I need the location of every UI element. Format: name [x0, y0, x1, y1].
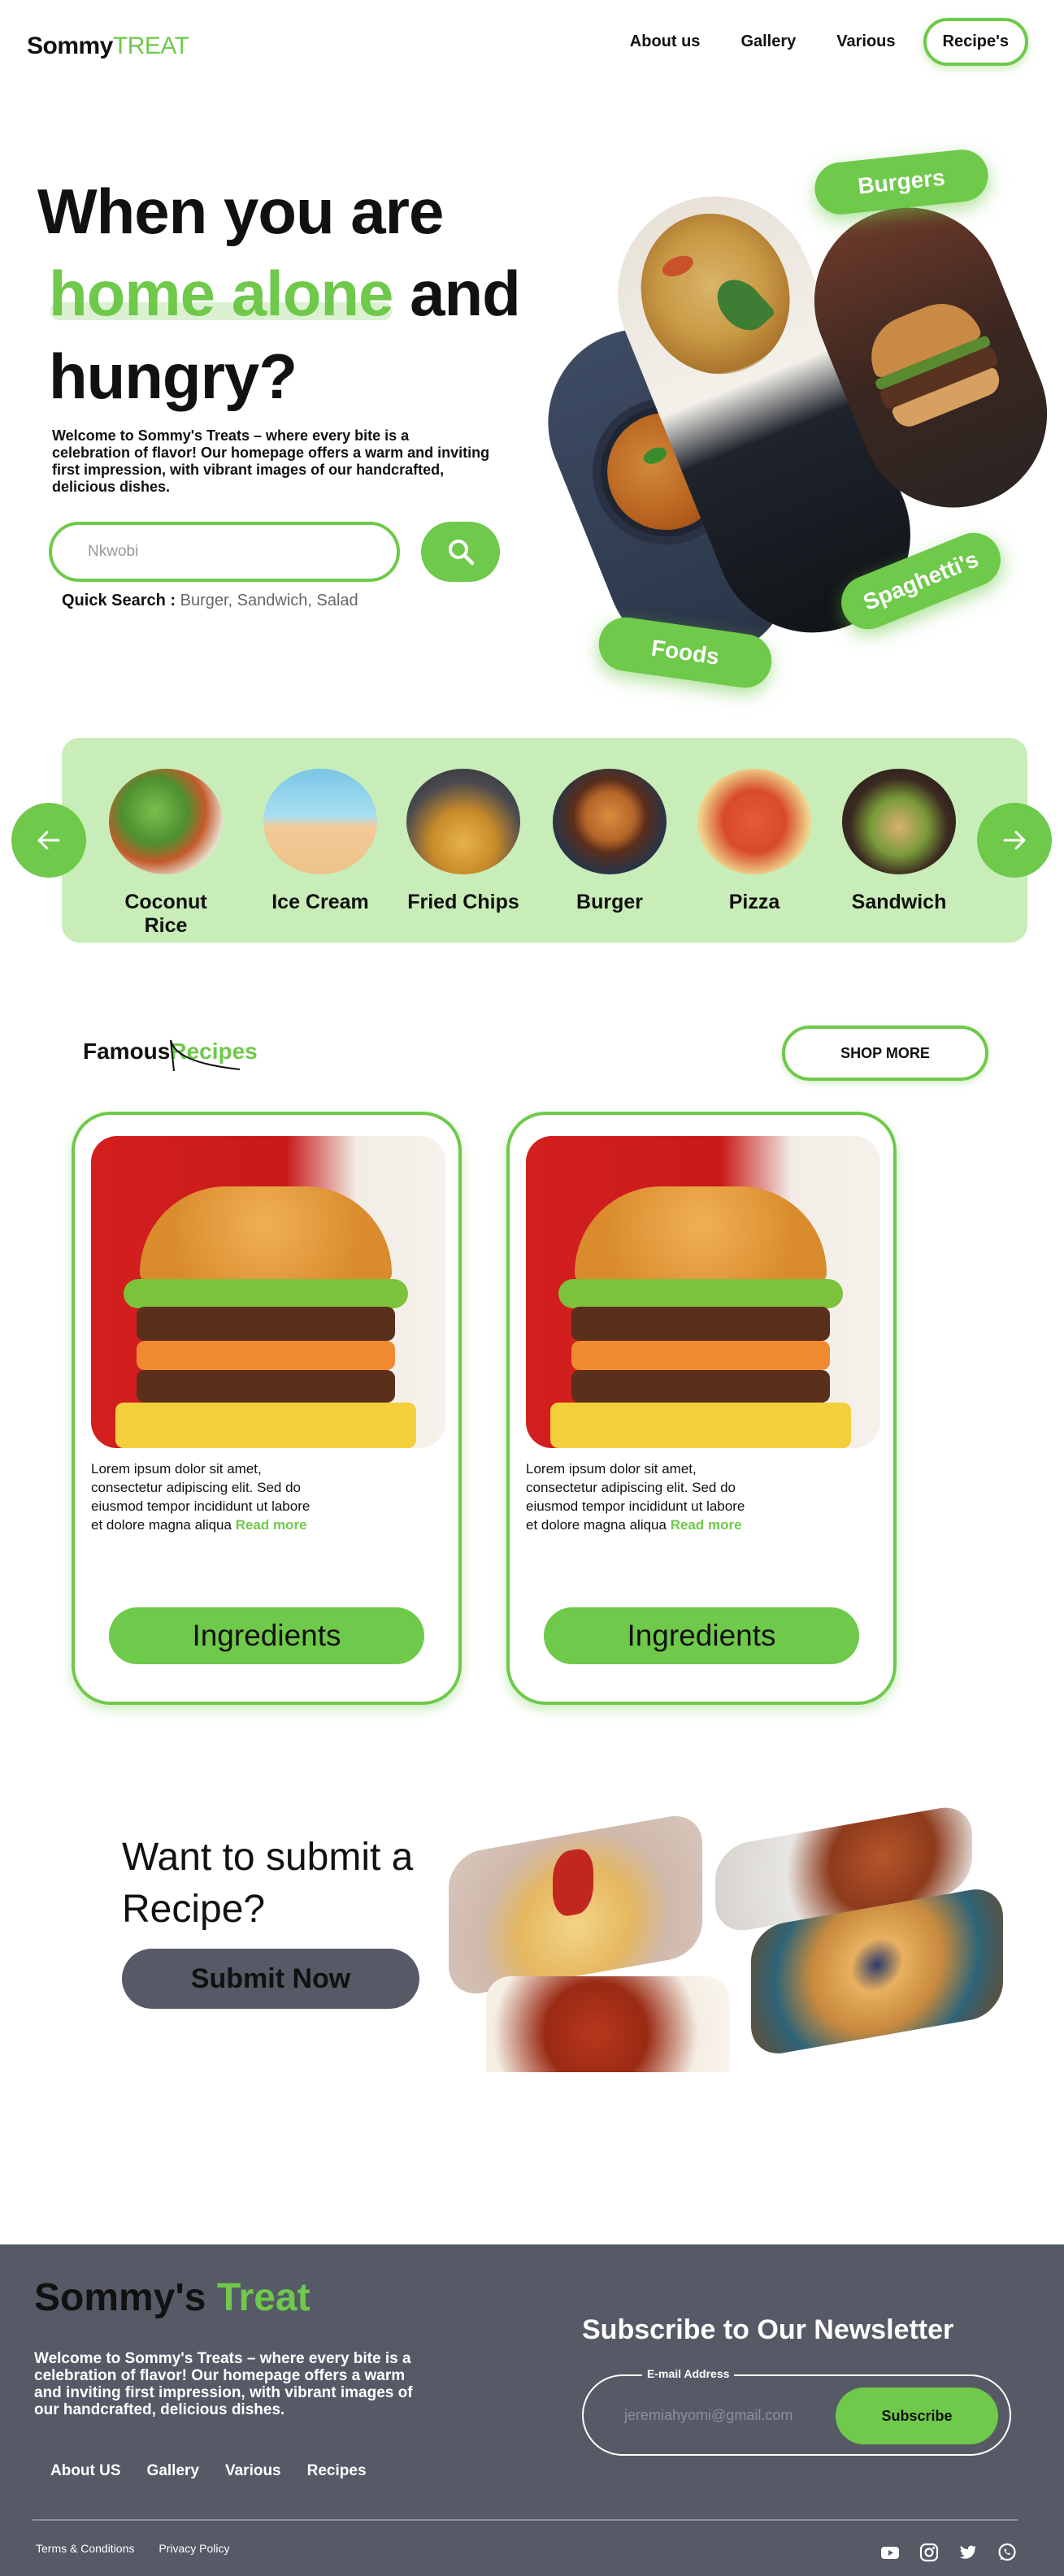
footer-link-about-us[interactable]: About US	[50, 2462, 121, 2480]
recipe-card: Lorem ipsum dolor sit amet, consectetur …	[72, 1112, 462, 1705]
footer-logo-accent: Treat	[206, 2276, 311, 2319]
instagram-icon[interactable]	[919, 2542, 940, 2563]
logo-text-accent: TREAT	[112, 33, 189, 59]
shop-more-button[interactable]: SHOP MORE	[782, 1026, 988, 1081]
nav-recipes-button[interactable]: Recipe's	[923, 18, 1028, 66]
footer-links: About US Gallery Various Recipes	[50, 2462, 375, 2480]
category-label: Sandwich	[851, 891, 947, 913]
hero-food-collage: Burgers Spaghetti's Foods	[519, 138, 1064, 723]
search-icon	[448, 540, 474, 566]
subscribe-button[interactable]: Subscribe	[836, 2387, 998, 2444]
category-label: Ice Cream	[271, 891, 369, 913]
email-label: E-mail Address	[642, 2367, 735, 2380]
category-label: Burger	[576, 891, 643, 913]
famous-title-main: Famous	[83, 1039, 171, 1064]
category-label: Pizza	[728, 891, 780, 913]
recipe-description: Lorem ipsum dolor sit amet, consectetur …	[526, 1459, 745, 1534]
footer-divider	[33, 2519, 1018, 2521]
logo-text-main: Sommy	[27, 33, 113, 59]
footer-description: Welcome to Sommy's Treats – where every …	[34, 2350, 413, 2418]
category-label: Fried Chips	[407, 891, 519, 913]
hero-description: Welcome to Sommy's Treats – where every …	[52, 427, 490, 495]
pizza-image	[697, 769, 811, 874]
hero-title-and: and	[393, 258, 521, 329]
category-burger[interactable]: Burger	[545, 769, 675, 914]
burger-image	[553, 769, 667, 874]
privacy-link[interactable]: Privacy Policy	[159, 2542, 229, 2555]
nav-about-us[interactable]: About us	[630, 33, 701, 51]
category-fried-chips[interactable]: Fried Chips	[398, 769, 528, 914]
category-pizza[interactable]: Pizza	[689, 769, 819, 914]
footer-logo[interactable]: Sommy's Treat	[34, 2275, 311, 2320]
site-logo[interactable]: SommyTREAT	[27, 33, 189, 60]
tag-burgers[interactable]: Burgers	[812, 146, 991, 218]
quick-search: Quick Search : Burger, Sandwich, Salad	[62, 592, 358, 610]
hero-title-line3: hungry?	[49, 340, 297, 412]
submit-now-button[interactable]: Submit Now	[122, 1949, 419, 2009]
footer-link-various[interactable]: Various	[225, 2462, 281, 2480]
recipe-card: Lorem ipsum dolor sit amet, consectetur …	[506, 1112, 897, 1705]
chicken-wings-image	[486, 1976, 730, 2072]
recipe-image	[91, 1136, 445, 1448]
coconut-rice-image	[109, 769, 223, 874]
footer-link-gallery[interactable]: Gallery	[147, 2462, 199, 2480]
newsletter-title: Subscribe to Our Newsletter	[582, 2314, 954, 2345]
footer-logo-main: Sommy's	[34, 2276, 206, 2319]
footer-legal: Terms & Conditions Privacy Policy	[36, 2542, 230, 2555]
quick-search-label: Quick Search :	[62, 592, 176, 609]
sandwich-image	[842, 769, 956, 874]
hero-title-line1: When you are	[37, 176, 444, 247]
arrow-right-icon	[1003, 830, 1026, 850]
spaghetti-sauce-image	[449, 1811, 702, 1999]
whatsapp-icon[interactable]	[997, 2542, 1018, 2563]
ice-cream-image	[263, 769, 377, 874]
quick-search-items[interactable]: Burger, Sandwich, Salad	[180, 592, 358, 609]
category-label: Coconut Rice	[124, 891, 207, 937]
recipe-image	[526, 1136, 880, 1448]
recipe-description: Lorem ipsum dolor sit amet, consectetur …	[91, 1459, 311, 1534]
arrow-left-icon	[37, 830, 60, 850]
highlight-underline	[50, 302, 392, 320]
youtube-icon[interactable]	[879, 2542, 901, 2563]
search-button[interactable]	[421, 522, 500, 582]
fried-chips-image	[406, 769, 520, 874]
category-coconut-rice[interactable]: Coconut Rice	[101, 769, 231, 938]
category-ice-cream[interactable]: Ice Cream	[255, 769, 385, 914]
social-links	[879, 2542, 1018, 2563]
terms-link[interactable]: Terms & Conditions	[36, 2542, 134, 2555]
email-input[interactable]: jeremiahyomi@gmail.com	[624, 2407, 793, 2424]
spaghetti-plate	[617, 191, 814, 397]
search-input[interactable]: Nkwobi	[49, 522, 400, 582]
title-swoosh-icon	[170, 1039, 241, 1072]
read-more-link[interactable]: Read more	[671, 1517, 742, 1533]
twitter-icon[interactable]	[958, 2542, 979, 2563]
read-more-link[interactable]: Read more	[236, 1517, 307, 1533]
ingredients-button[interactable]: Ingredients	[544, 1607, 859, 1664]
carousel-next-button[interactable]	[977, 803, 1052, 878]
footer-link-recipes[interactable]: Recipes	[307, 2462, 367, 2480]
submit-recipe-title: Want to submit a Recipe?	[122, 1836, 414, 1931]
nav-gallery[interactable]: Gallery	[740, 33, 796, 51]
main-nav: About us Gallery Various Recipe's	[589, 18, 1028, 66]
nav-various[interactable]: Various	[836, 33, 895, 51]
carousel-prev-button[interactable]	[11, 803, 86, 878]
category-sandwich[interactable]: Sandwich	[834, 769, 964, 914]
ingredients-button[interactable]: Ingredients	[109, 1607, 424, 1664]
